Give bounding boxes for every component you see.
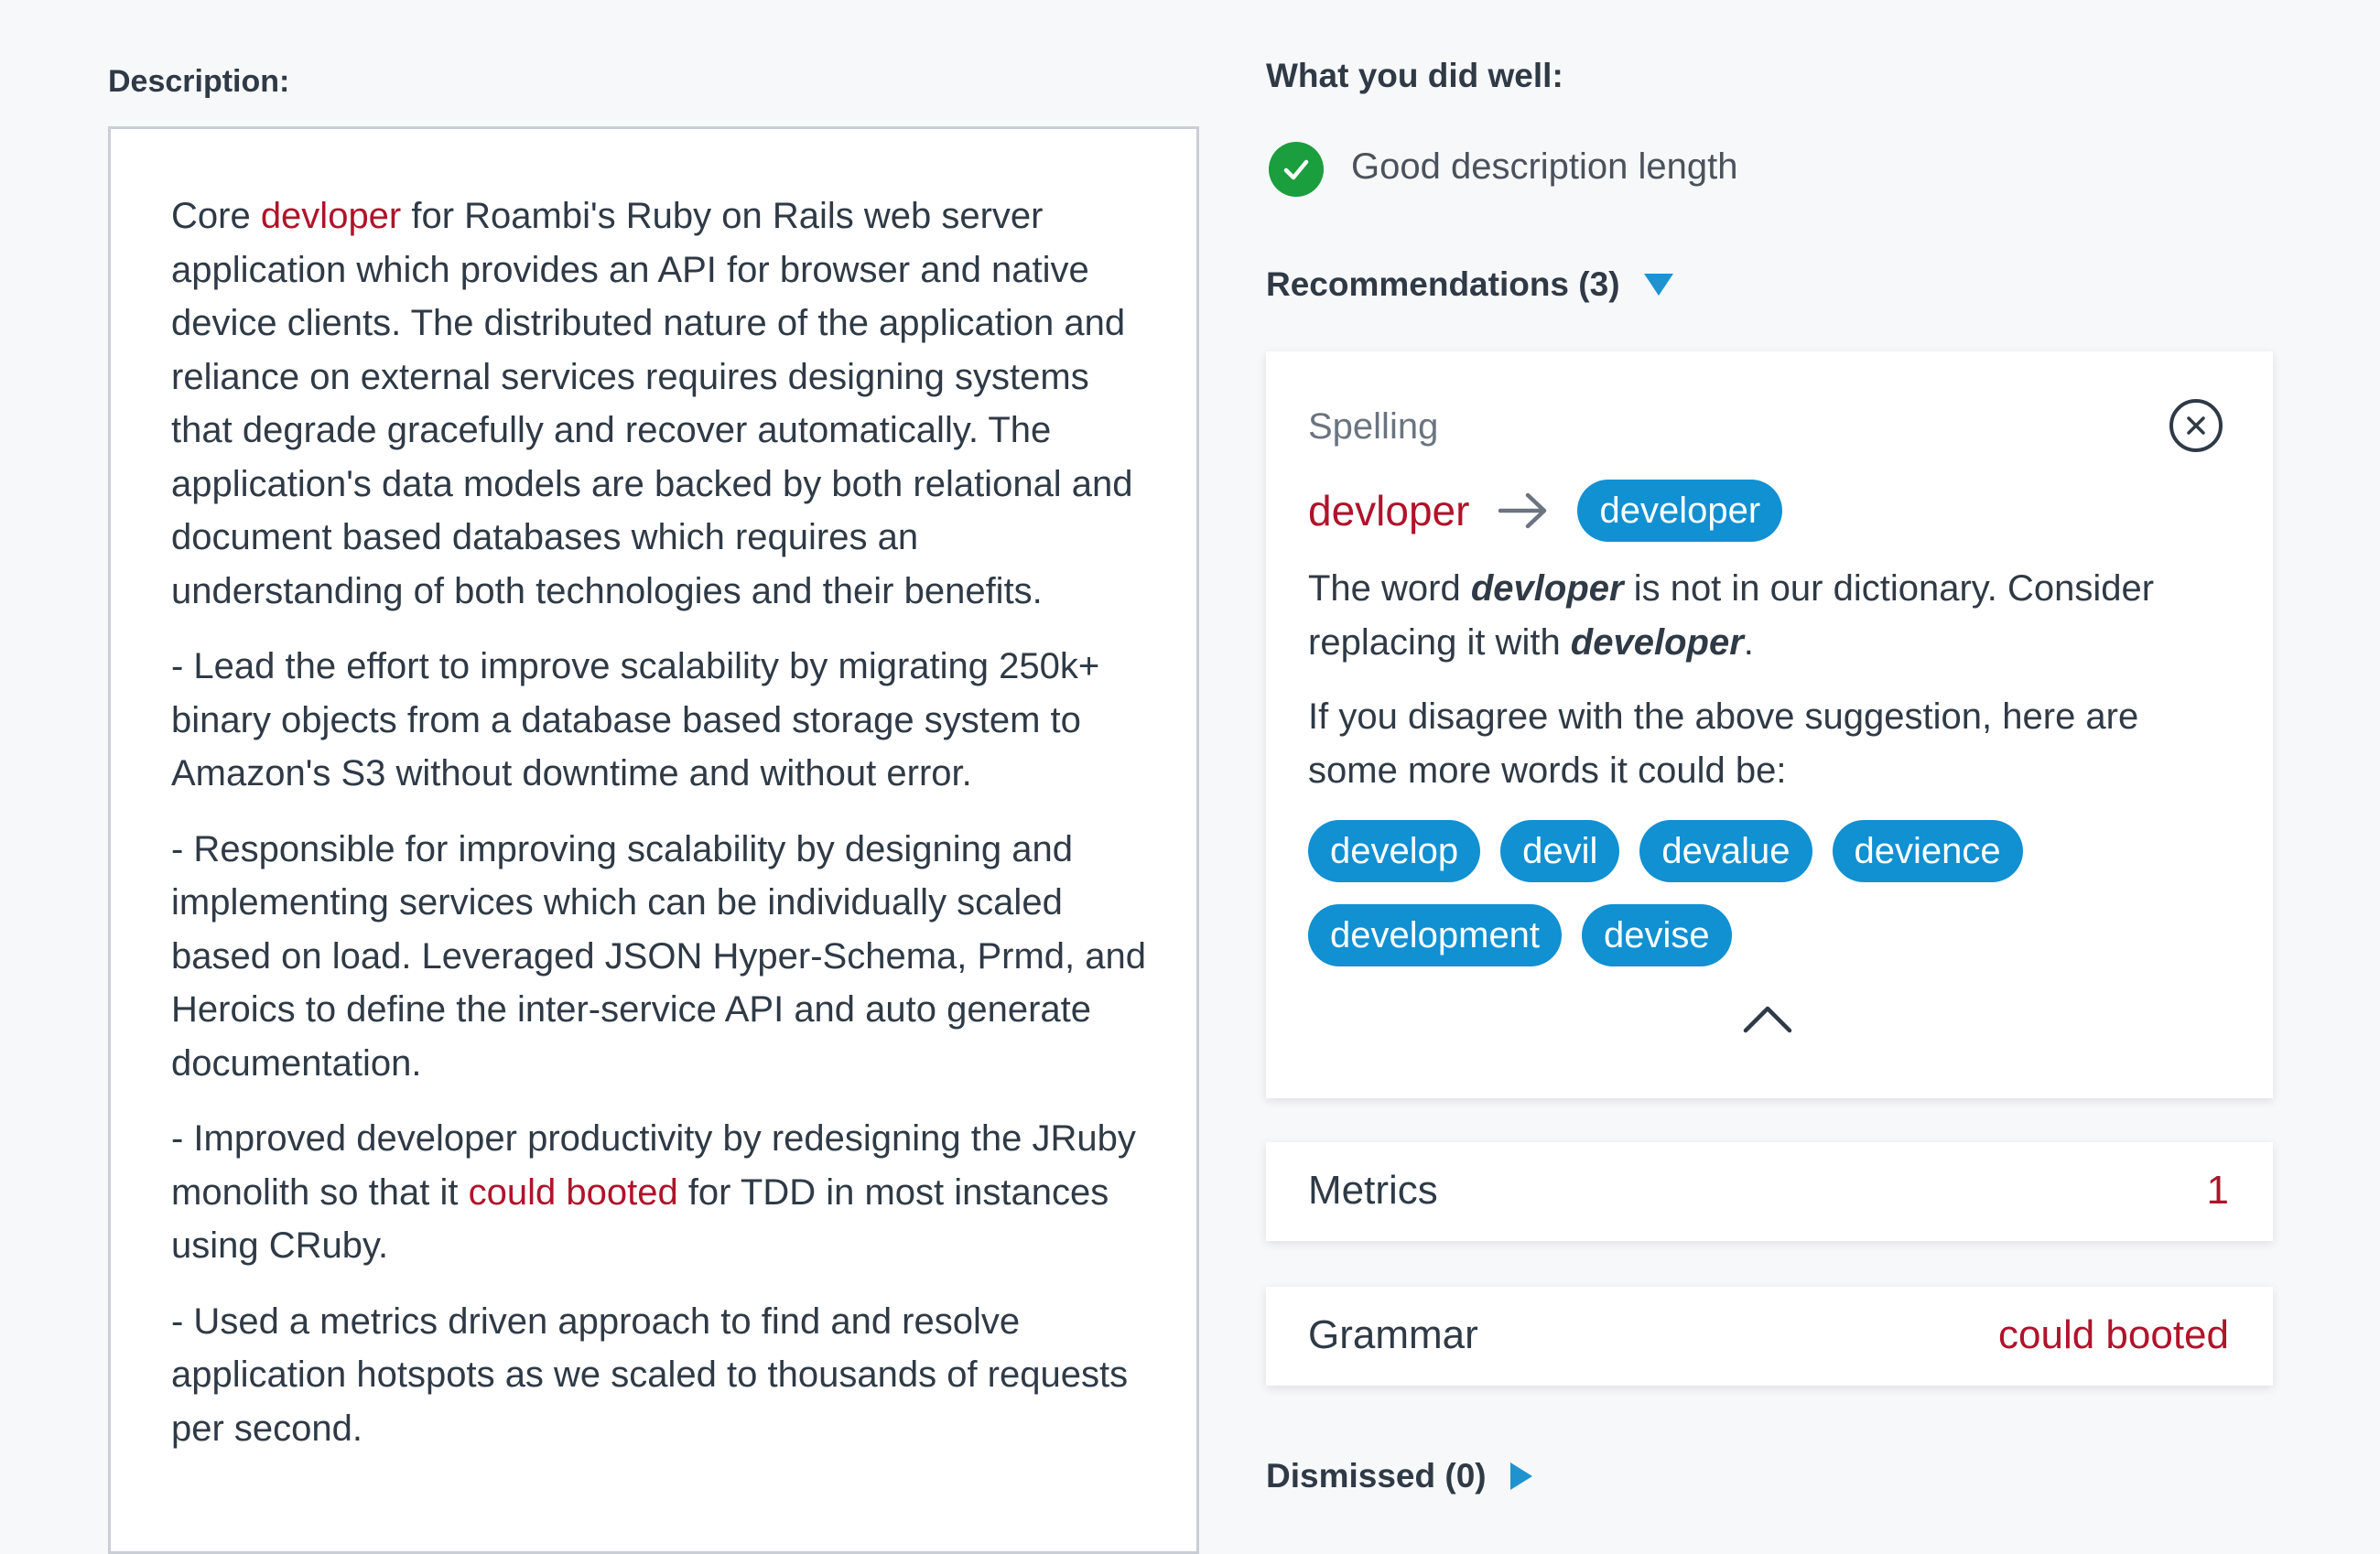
spelling-card: Spelling devloper developer The word dev… [1266,351,2273,1098]
alternative-chip[interactable]: develop [1308,820,1481,882]
dismissed-toggle[interactable]: Dismissed (0) [1266,1457,1532,1495]
spelling-error-highlight[interactable]: devloper [261,196,401,236]
well-title: What you did well: [1266,57,1563,94]
chevron-up-icon[interactable] [1742,1003,1793,1034]
triangle-right-icon [1509,1462,1532,1490]
recommendations-toggle[interactable]: Recommendations (3) [1266,265,1673,304]
alternatives-list: develop devil devalue devience development d… [1308,820,2242,988]
dismissed-label: Dismissed (0) [1266,1457,1487,1495]
suggestion-chip[interactable]: developer [1577,480,1783,542]
misspelled-word: devloper [1308,487,1470,534]
description-paragraph: - Lead the effort to improve scalability… [171,646,1100,793]
description-paragraph: - Improved developer productivity by red… [171,1112,1151,1273]
alternatives-message: If you disagree with the above suggestio… [1308,696,2139,791]
metrics-card[interactable]: Metrics 1 [1266,1142,2273,1241]
description-text: Core devloper for Roambi's Ruby on Rails… [171,189,1151,1477]
description-paragraph: - Responsible for improving scalability … [171,828,1147,1084]
close-icon [2187,416,2205,435]
description-label: Description: [108,64,290,99]
grammar-label: Grammar [1308,1312,1478,1357]
dismiss-button[interactable] [2169,399,2223,452]
metrics-value: 1 [2206,1168,2229,1213]
text-segment: for Roambi's Ruby on Rails web server ap… [171,196,1133,611]
spelling-category: Spelling [1308,406,1439,447]
description-paragraph: Core devloper for Roambi's Ruby on Rails… [171,189,1151,618]
arrow-right-icon [1498,492,1547,529]
description-paragraph: - Used a metrics driven approach to find… [171,1300,1129,1449]
text-segment: The word [1308,568,1471,609]
alternative-chip[interactable]: devise [1582,904,1732,966]
spelling-message: The word devloper is not in our dictiona… [1308,562,2223,670]
alternative-chip[interactable]: development [1308,904,1563,966]
metrics-label: Metrics [1308,1168,1438,1213]
emphasized-word: devloper [1470,568,1624,609]
description-textarea[interactable]: Core devloper for Roambi's Ruby on Rails… [108,126,1199,1554]
alternative-chip[interactable]: devalue [1639,820,1812,882]
grammar-error-highlight[interactable]: could booted [469,1172,678,1213]
text-segment: Core [171,196,261,236]
grammar-card[interactable]: Grammar could booted [1266,1287,2273,1386]
emphasized-word: developer [1570,622,1744,663]
alternative-chip[interactable]: devil [1500,820,1620,882]
well-item: Good description length [1351,146,1738,187]
triangle-down-icon [1643,274,1673,296]
spelling-correction-row: devloper developer [1308,480,1783,542]
check-icon [1269,142,1324,197]
alternative-chip[interactable]: devience [1832,820,2023,882]
text-segment: . [1743,622,1754,663]
recommendations-label: Recommendations (3) [1266,265,1620,303]
grammar-value: could booted [1998,1312,2229,1357]
